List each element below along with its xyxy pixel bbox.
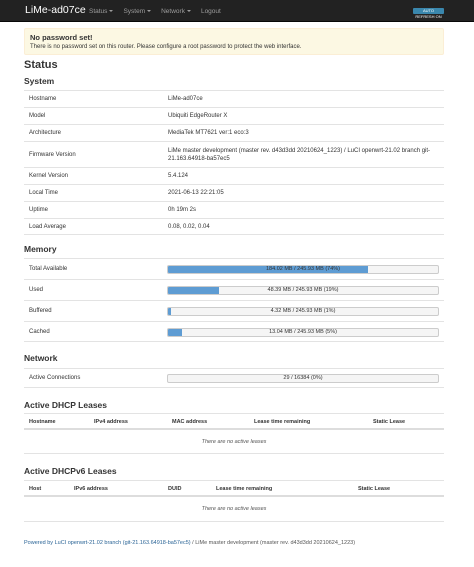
luci-link[interactable]: Powered by LuCI openwrt-21.02 branch (gi… xyxy=(24,540,191,546)
row-value: 0.08, 0.02, 0.04 xyxy=(168,223,210,230)
table-row: Used 48.39 MB / 245.93 MB (19%) xyxy=(24,279,444,300)
row-value: 2021-06-13 22:21:05 xyxy=(168,190,224,196)
dhcpv6-table-header: Host IPv6 address DUID Lease time remain… xyxy=(24,480,444,497)
footer-text: / LiMe master development (master rev. d… xyxy=(190,540,356,546)
memory-section-title: Memory xyxy=(24,244,57,254)
divider xyxy=(24,453,444,454)
column-header: IPv6 address xyxy=(74,486,108,492)
menu-network-label: Network xyxy=(161,7,185,15)
table-row: Active Connections 29 / 16384 (0%) xyxy=(24,368,444,388)
menu-system-label: System xyxy=(123,7,146,15)
column-header: Hostname xyxy=(29,419,56,425)
brand-hostname[interactable]: LiMe-ad07ce xyxy=(25,4,86,16)
dhcp-section-title: Active DHCP Leases xyxy=(24,400,107,410)
top-navbar: LiMe-ad07ce Status System Network Logout… xyxy=(0,0,474,22)
system-section-title: System xyxy=(24,76,55,86)
menu-status[interactable]: Status xyxy=(89,7,114,15)
progress-bar: 4.32 MB / 245.93 MB (1%) xyxy=(167,307,439,316)
dhcp-table-header: Hostname IPv4 address MAC address Lease … xyxy=(24,413,444,430)
row-value: 0h 19m 2s xyxy=(168,207,197,213)
table-row: Model Ubiquiti EdgeRouter X xyxy=(24,107,444,124)
row-label: Total Available xyxy=(29,266,68,272)
row-label: Cached xyxy=(29,328,50,335)
progress-text: 48.39 MB / 245.93 MB (19%) xyxy=(267,287,339,293)
row-label: Local Time xyxy=(29,190,59,196)
table-row: Load Average 0.08, 0.02, 0.04 xyxy=(24,218,444,235)
progress-bar: 13.04 MB / 245.93 MB (5%) xyxy=(167,328,439,337)
table-row: Firmware Version LiMe master development… xyxy=(24,141,444,167)
menu-network[interactable]: Network xyxy=(161,8,191,15)
progress-bar: 29 / 16384 (0%) xyxy=(167,374,439,383)
table-row: Local Time 2021-06-13 22:21:05 xyxy=(24,184,444,201)
progress-text: 29 / 16384 (0%) xyxy=(283,375,323,381)
row-label: Buffered xyxy=(29,308,52,314)
row-label: Uptime xyxy=(29,207,49,213)
progress-text: 184.02 MB / 245.93 MB (74%) xyxy=(266,266,340,272)
table-row: Kernel Version 5.4.124 xyxy=(24,167,444,184)
row-label: Architecture xyxy=(29,130,62,136)
column-header: Lease time remaining xyxy=(254,419,311,425)
row-label: Used xyxy=(29,287,44,293)
column-header: Host xyxy=(29,486,42,492)
menu-logout[interactable]: Logout xyxy=(201,8,221,15)
row-value: LiMe master development (master rev. d43… xyxy=(168,147,431,162)
row-label: Hostname xyxy=(29,96,57,102)
row-value: 5.4.124 xyxy=(168,173,189,179)
column-header: Lease time remaining xyxy=(216,486,273,492)
progress-text: 4.32 MB / 245.93 MB (1%) xyxy=(270,308,336,314)
row-label: Load Average xyxy=(29,223,66,230)
menu-status-label: Status xyxy=(89,7,108,15)
page-title: Status xyxy=(24,59,58,71)
table-row: Total Available 184.02 MB / 245.93 MB (7… xyxy=(24,258,444,279)
auto-refresh-badge[interactable]: AUTO REFRESH ON xyxy=(413,8,444,19)
progress-text: 13.04 MB / 245.93 MB (5%) xyxy=(269,329,337,335)
dhcpv6-section-title: Active DHCPv6 Leases xyxy=(24,466,117,476)
row-label: Firmware Version xyxy=(29,151,76,158)
table-row: Cached 13.04 MB / 245.93 MB (5%) xyxy=(24,321,444,342)
dhcpv6-empty-message: There are no active leases xyxy=(201,506,267,512)
main-menu: Status System Network Logout xyxy=(89,0,231,22)
alert-text: There is no password set on this router.… xyxy=(30,44,302,50)
row-label: Kernel Version xyxy=(29,173,69,179)
no-password-alert: No password set! There is no password se… xyxy=(24,28,444,55)
table-row: Uptime 0h 19m 2s xyxy=(24,201,444,218)
menu-system[interactable]: System xyxy=(123,7,152,15)
row-label: Active Connections xyxy=(29,375,81,381)
chevron-down-icon xyxy=(186,10,191,12)
dhcp-empty-message: There are no active leases xyxy=(201,439,267,445)
chevron-down-icon xyxy=(109,10,114,12)
row-value: MediaTek MT7621 ver:1 eco:3 xyxy=(168,130,249,136)
row-value: LiMe-ad07ce xyxy=(168,96,203,102)
progress-bar: 184.02 MB / 245.93 MB (74%) xyxy=(167,265,439,274)
table-row: Hostname LiMe-ad07ce xyxy=(24,90,444,107)
table-row: Buffered 4.32 MB / 245.93 MB (1%) xyxy=(24,300,444,321)
progress-bar: 48.39 MB / 245.93 MB (19%) xyxy=(167,286,439,295)
menu-logout-label: Logout xyxy=(200,7,221,15)
column-header: Static Lease xyxy=(373,419,406,425)
alert-title: No password set! xyxy=(30,33,93,42)
column-header: MAC address xyxy=(172,419,208,425)
network-section-title: Network xyxy=(24,353,58,363)
divider xyxy=(24,521,444,522)
table-row: Architecture MediaTek MT7621 ver:1 eco:3 xyxy=(24,124,444,141)
row-label: Model xyxy=(29,113,46,119)
footer: Powered by LuCI openwrt-21.02 branch (gi… xyxy=(24,540,355,546)
column-header: IPv4 address xyxy=(94,419,128,425)
column-header: DUID xyxy=(168,486,182,492)
chevron-down-icon xyxy=(147,10,152,12)
row-value: Ubiquiti EdgeRouter X xyxy=(168,113,228,119)
column-header: Static Lease xyxy=(358,486,391,492)
